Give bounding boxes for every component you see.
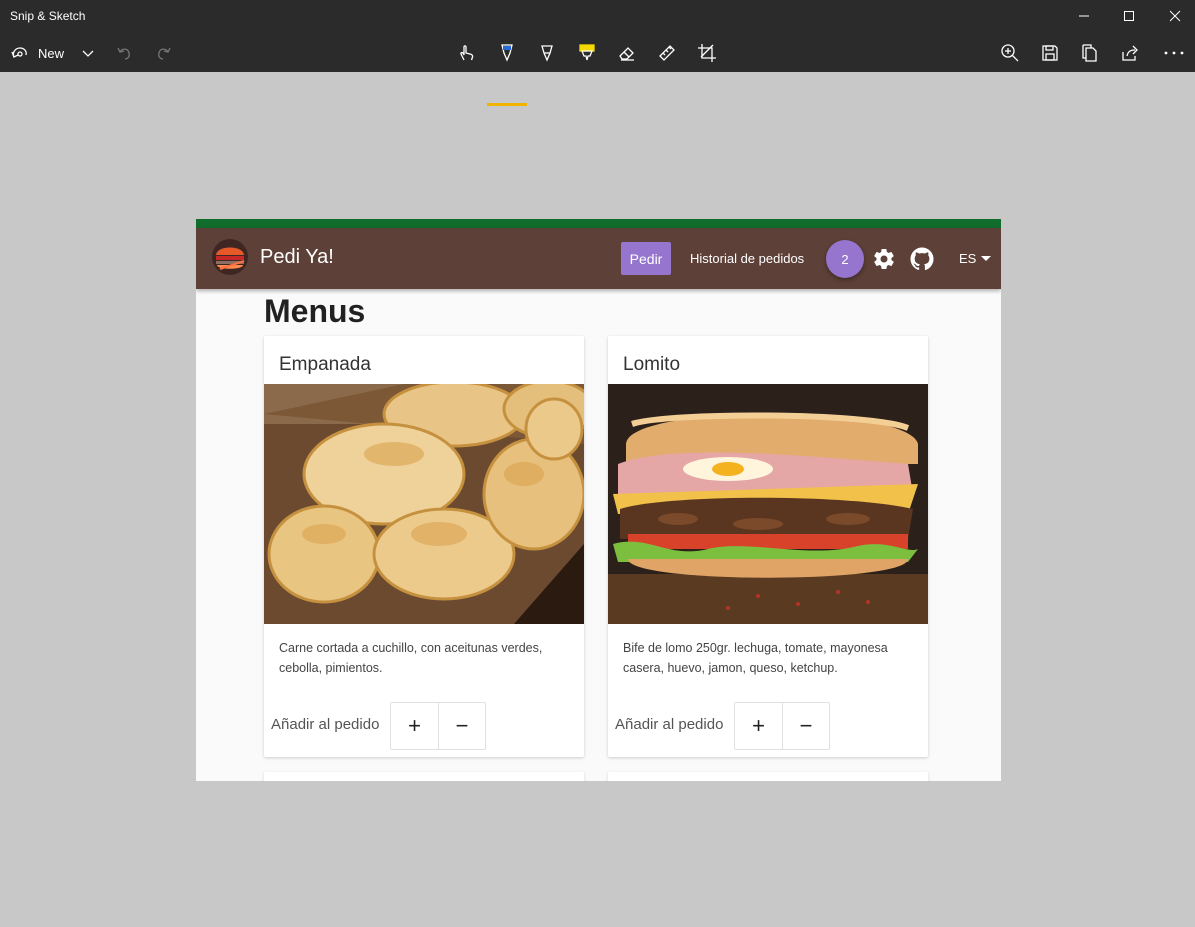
snip-canvas: Pedi Ya! Pedir Historial de pedidos 2 ES… — [196, 219, 1001, 781]
eraser-icon — [619, 47, 634, 61]
touch-writing-icon — [460, 45, 474, 61]
touch-writing-button[interactable] — [456, 38, 478, 68]
active-tool-indicator — [487, 103, 527, 106]
crop-icon — [698, 44, 716, 62]
app-navbar: Pedi Ya! Pedir Historial de pedidos 2 ES — [196, 228, 1001, 289]
new-snip-dropdown[interactable] — [78, 38, 98, 68]
language-select[interactable]: ES — [959, 251, 992, 266]
menu-card-partial — [608, 772, 928, 781]
remove-empanada-button[interactable]: − — [438, 703, 485, 749]
ballpoint-pen-button[interactable] — [496, 38, 518, 68]
redo-icon — [158, 47, 171, 60]
add-to-order-label: Añadir al pedido — [615, 716, 724, 733]
app-title: Snip & Sketch — [10, 9, 86, 23]
share-icon — [1122, 45, 1138, 61]
add-empanada-button[interactable]: + — [391, 703, 438, 749]
crop-button[interactable] — [696, 38, 718, 68]
pencil-icon — [541, 45, 553, 62]
ruler-button[interactable] — [656, 38, 678, 68]
quantity-controls: + − — [390, 702, 486, 750]
quantity-controls: + − — [734, 702, 830, 750]
add-lomito-button[interactable]: + — [735, 703, 782, 749]
maximize-icon — [1124, 11, 1134, 21]
save-icon — [1042, 45, 1058, 61]
ballpoint-pen-icon — [501, 44, 513, 62]
redo-button[interactable] — [154, 38, 174, 68]
close-icon — [1169, 10, 1181, 22]
menu-card-empanada: Empanada Carne cortada a cuchillo, con a… — [264, 336, 584, 757]
menu-card-title: Lomito — [623, 354, 681, 375]
new-snip-button[interactable]: New — [10, 38, 64, 68]
menu-card-description: Bife de lomo 250gr. lechuga, tomate, may… — [623, 641, 888, 675]
caret-down-icon — [981, 256, 992, 261]
highlighter-icon — [579, 44, 595, 61]
zoom-button[interactable] — [999, 38, 1021, 68]
menu-card-title: Empanada — [279, 354, 371, 375]
minimize-icon — [1079, 15, 1089, 17]
menu-card-partial — [264, 772, 584, 781]
order-nav-button[interactable]: Pedir — [621, 242, 671, 275]
brand-name[interactable]: Pedi Ya! — [260, 246, 334, 269]
share-button[interactable] — [1119, 38, 1141, 68]
title-bar: Snip & Sketch — [0, 0, 1195, 34]
language-value: ES — [959, 251, 977, 266]
browser-top-strip — [196, 219, 1001, 228]
new-snip-icon — [11, 47, 27, 58]
new-label: New — [38, 45, 65, 61]
pencil-button[interactable] — [536, 38, 558, 68]
highlighter-button[interactable] — [576, 38, 598, 68]
github-link[interactable] — [909, 246, 935, 272]
eraser-button[interactable] — [616, 38, 638, 68]
add-to-order-label: Añadir al pedido — [271, 716, 380, 733]
copy-icon — [1082, 44, 1097, 62]
empanadas-photo — [264, 384, 584, 624]
maximize-button[interactable] — [1106, 0, 1152, 32]
see-more-button[interactable] — [1162, 38, 1186, 68]
undo-button[interactable] — [114, 38, 134, 68]
chevron-down-icon — [82, 50, 94, 57]
github-icon — [910, 247, 934, 271]
minimize-button[interactable] — [1061, 0, 1107, 32]
save-button[interactable] — [1039, 38, 1061, 68]
zoom-icon — [1001, 44, 1019, 62]
copy-button[interactable] — [1079, 38, 1101, 68]
cart-count-button[interactable]: 2 — [826, 240, 864, 278]
brand-logo[interactable] — [210, 237, 250, 277]
menu-card-description: Carne cortada a cuchillo, con aceitunas … — [279, 641, 543, 675]
more-dots-icon — [1164, 51, 1184, 55]
order-history-link[interactable]: Historial de pedidos — [690, 251, 804, 266]
ruler-icon — [659, 45, 675, 61]
menu-card-lomito: Lomito Bife de lomo 250gr. lechuga, toma… — [608, 336, 928, 757]
gear-icon — [874, 249, 894, 270]
remove-lomito-button[interactable]: − — [782, 703, 829, 749]
close-button[interactable] — [1152, 0, 1195, 32]
snip-toolbar: New — [0, 34, 1195, 106]
settings-button[interactable] — [871, 246, 897, 272]
lomito-sandwich-photo — [608, 384, 928, 624]
page-title: Menus — [264, 293, 366, 329]
undo-icon — [117, 47, 130, 60]
